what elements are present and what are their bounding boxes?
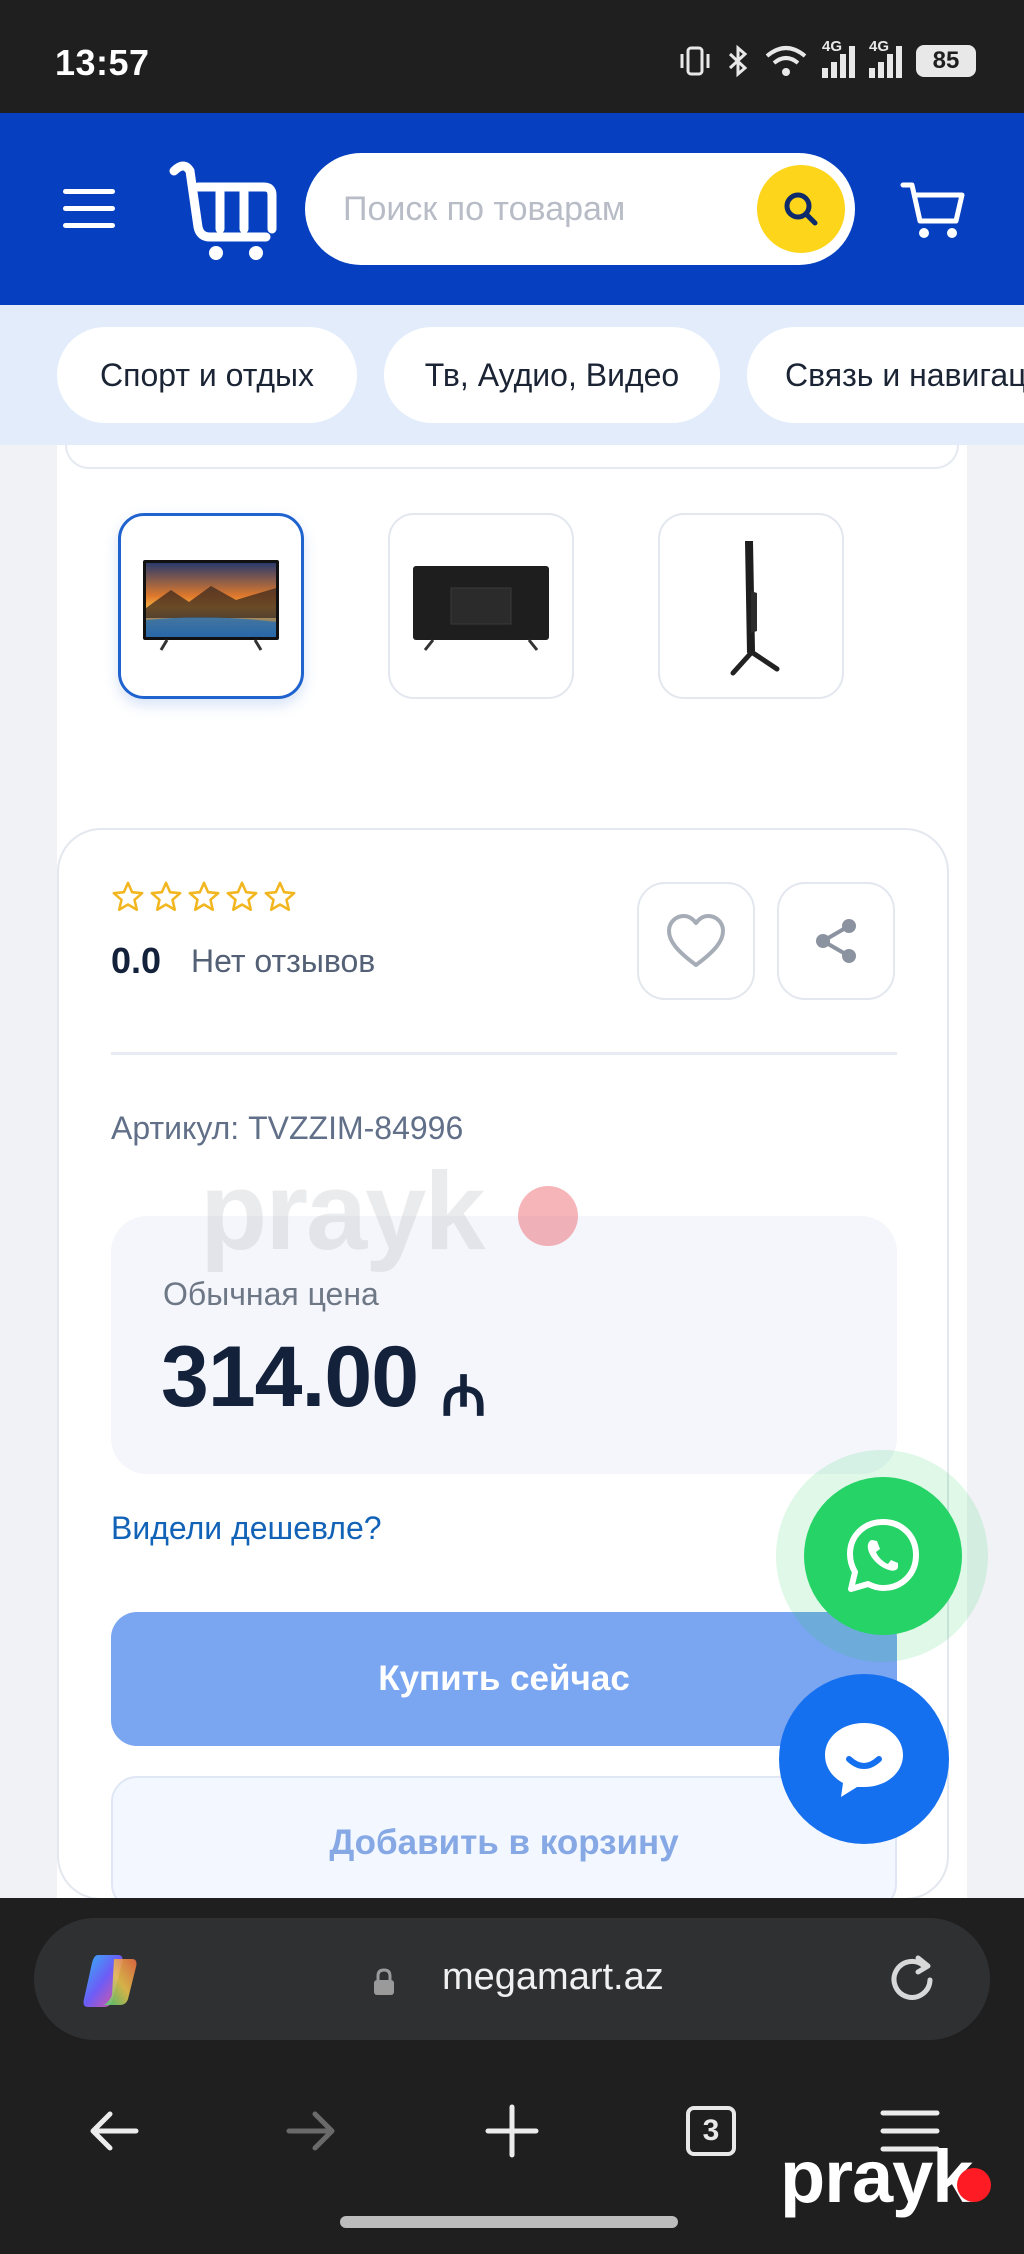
status-time: 13:57 bbox=[55, 42, 150, 83]
bluetooth-icon bbox=[728, 44, 748, 78]
watermark-corner-dot bbox=[957, 2168, 991, 2202]
star-icon bbox=[264, 881, 296, 912]
network-type-2: 4G bbox=[869, 38, 890, 55]
network-type: 4G bbox=[822, 38, 843, 55]
search-bar[interactable]: Поиск по товарам bbox=[305, 153, 855, 265]
status-bar: 13:57 4G 4G 85 bbox=[0, 0, 1024, 113]
chat-bubble-icon bbox=[825, 1723, 903, 1797]
buy-now-button[interactable]: Купить сейчас bbox=[111, 1612, 897, 1746]
menu-icon[interactable] bbox=[60, 189, 118, 229]
tabs-button[interactable]: 3 bbox=[676, 2096, 746, 2166]
gallery-frame bbox=[65, 445, 959, 469]
search-button[interactable] bbox=[757, 165, 845, 253]
home-indicator[interactable] bbox=[340, 2216, 678, 2228]
whatsapp-button[interactable] bbox=[804, 1477, 962, 1635]
watermark: prayk bbox=[200, 1150, 486, 1273]
rating-value: 0.0 bbox=[111, 940, 162, 981]
reviews-count[interactable]: Нет отзывов bbox=[191, 943, 375, 980]
lock-icon bbox=[374, 1968, 394, 1995]
add-to-cart-button[interactable]: Добавить в корзину bbox=[111, 1776, 897, 1910]
category-pill[interactable]: Тв, Аудио, Видео bbox=[384, 327, 720, 423]
megamart-logo[interactable] bbox=[168, 157, 282, 261]
seen-cheaper-link[interactable]: Видели дешевле? bbox=[111, 1510, 382, 1547]
vibrate-icon bbox=[680, 46, 710, 76]
search-icon bbox=[784, 192, 818, 226]
new-tab-button[interactable] bbox=[477, 2096, 547, 2166]
plus-icon bbox=[485, 2104, 539, 2158]
copilot-icon[interactable] bbox=[80, 1951, 140, 2009]
tv-front-image bbox=[143, 560, 279, 651]
tab-count: 3 bbox=[686, 2106, 736, 2156]
arrow-right-icon bbox=[286, 2111, 335, 2151]
category-pill[interactable]: Спорт и отдых bbox=[57, 327, 357, 423]
price-label: Обычная цена bbox=[163, 1276, 379, 1312]
share-icon bbox=[816, 919, 856, 963]
star-icon bbox=[188, 881, 220, 912]
price-value: 314.00 bbox=[161, 1329, 419, 1425]
whatsapp-icon bbox=[847, 1519, 919, 1592]
star-icon bbox=[150, 881, 182, 912]
watermark-corner: prayk bbox=[780, 2135, 973, 2218]
cart-icon[interactable] bbox=[900, 177, 966, 241]
thumbnail-tv-back[interactable] bbox=[388, 513, 574, 699]
live-chat-button[interactable] bbox=[779, 1674, 949, 1844]
forward-button[interactable] bbox=[276, 2096, 346, 2166]
tv-back-image bbox=[413, 566, 549, 651]
site-header: Поиск по товарам bbox=[0, 113, 1024, 305]
share-button[interactable] bbox=[777, 882, 895, 1000]
signal-icon: 4G bbox=[822, 38, 855, 78]
star-icon bbox=[226, 881, 258, 912]
category-pill[interactable]: Связь и навигац bbox=[747, 327, 1024, 423]
star-icon bbox=[112, 881, 144, 912]
back-button[interactable] bbox=[79, 2096, 149, 2166]
signal-icon-2: 4G bbox=[869, 38, 902, 78]
product-sku: Артикул: TVZZIM-84996 bbox=[111, 1110, 464, 1146]
thumbnail-tv-front[interactable] bbox=[118, 513, 304, 699]
thumbnail-tv-side[interactable] bbox=[658, 513, 844, 699]
watermark-dot bbox=[518, 1186, 578, 1246]
wishlist-button[interactable] bbox=[637, 882, 755, 1000]
reload-icon[interactable] bbox=[884, 1952, 940, 2008]
arrow-left-icon bbox=[90, 2111, 139, 2151]
address-bar[interactable]: megamart.az bbox=[34, 1918, 990, 2040]
wifi-icon bbox=[765, 46, 807, 76]
divider bbox=[111, 1052, 897, 1055]
search-input[interactable]: Поиск по товарам bbox=[343, 190, 625, 229]
rating-stars bbox=[111, 880, 297, 914]
battery-indicator: 85 bbox=[916, 45, 976, 77]
category-strip: Спорт и отдых Тв, Аудио, Видео Связь и н… bbox=[0, 305, 1024, 445]
currency-symbol: ₼ bbox=[441, 1364, 487, 1427]
status-icons: 4G 4G 85 bbox=[678, 38, 976, 78]
url-text[interactable]: megamart.az bbox=[442, 1956, 664, 1999]
heart-icon bbox=[667, 914, 725, 967]
tv-side-image bbox=[730, 541, 780, 676]
